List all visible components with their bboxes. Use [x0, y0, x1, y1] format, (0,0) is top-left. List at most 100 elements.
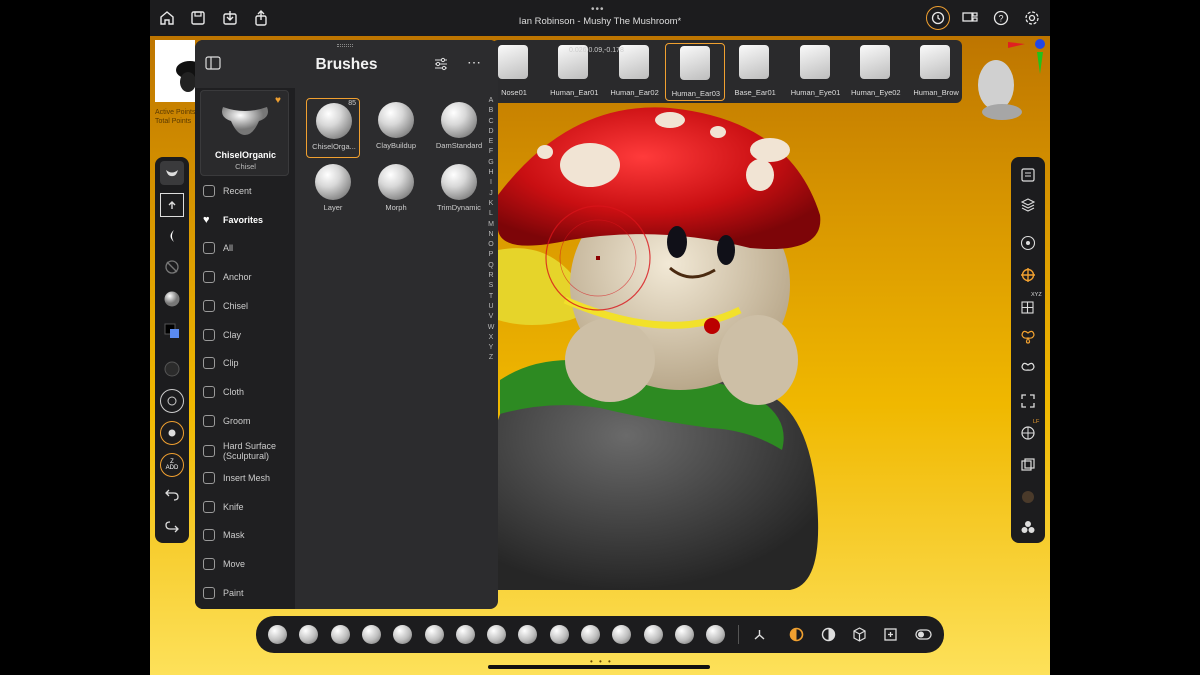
alphabet-letter[interactable]: U [486, 302, 496, 312]
alphabet-letter[interactable]: D [486, 127, 496, 137]
floor-icon[interactable] [1016, 453, 1040, 477]
more-menu-icon[interactable]: ⋯ [467, 54, 482, 71]
shelf-item-human-eye01[interactable]: Human_Eye01 [786, 43, 846, 101]
brush-thumb-claybuildup[interactable]: ClayBuildup [369, 98, 423, 158]
category-mask[interactable]: Mask [203, 522, 297, 548]
shade-icon[interactable] [819, 625, 838, 644]
alphabet-letter[interactable]: G [486, 158, 496, 168]
category-clay[interactable]: Clay [203, 322, 297, 348]
alphabet-letter[interactable]: Y [486, 343, 496, 353]
texture-off-icon[interactable] [160, 255, 184, 279]
panel-icon[interactable] [1016, 163, 1040, 187]
quick-brush-slot[interactable] [706, 625, 726, 644]
alphabet-letter[interactable]: K [486, 199, 496, 209]
alphabet-letter[interactable]: R [486, 271, 496, 281]
matcap-icon[interactable] [1016, 485, 1040, 509]
shelf-item-nose01[interactable]: Nose01 [492, 43, 544, 101]
quick-brush-slot[interactable] [612, 625, 632, 644]
alphabet-letter[interactable]: T [486, 292, 496, 302]
category-insert-mesh[interactable]: Insert Mesh [203, 465, 297, 491]
brush-thumb-morph[interactable]: Morph [369, 160, 423, 220]
quick-brush-slot[interactable] [393, 625, 413, 644]
redo-icon[interactable] [160, 513, 184, 537]
gizmo-icon[interactable] [1016, 231, 1040, 255]
undo-icon[interactable] [160, 483, 184, 507]
settings-icon[interactable] [1023, 9, 1041, 27]
add-mesh-icon[interactable] [881, 625, 900, 644]
alphabet-index[interactable]: ABCDEFGHIJKLMNOPQRSTUVWXYZ [486, 96, 496, 364]
alphabet-letter[interactable]: Z [486, 353, 496, 363]
category-move[interactable]: Move [203, 551, 297, 577]
layout-icon[interactable] [961, 9, 979, 27]
quick-brush-slot[interactable] [674, 625, 694, 644]
brush-thumb-damstandard[interactable]: DamStandard [432, 98, 486, 158]
alphabet-letter[interactable]: V [486, 312, 496, 322]
history-icon[interactable] [926, 6, 950, 30]
alphabet-letter[interactable]: P [486, 250, 496, 260]
symmetry-icon[interactable] [1016, 325, 1040, 349]
quick-brush-slot[interactable] [330, 625, 350, 644]
alphabet-letter[interactable]: B [486, 106, 496, 116]
app-canvas[interactable]: ••• Ian Robinson - Mushy The Mushroom* ?… [150, 0, 1050, 675]
solo-icon[interactable] [1016, 515, 1040, 539]
category-groom[interactable]: Groom [203, 408, 297, 434]
alphabet-letter[interactable]: C [486, 117, 496, 127]
quick-brush-slot[interactable] [643, 625, 663, 644]
category-paint[interactable]: Paint [203, 580, 297, 606]
quick-brush-slot[interactable] [455, 625, 475, 644]
brush-icon[interactable] [160, 161, 184, 185]
frame-icon[interactable] [1016, 389, 1040, 413]
quick-brush-slot[interactable] [518, 625, 538, 644]
alphabet-letter[interactable]: J [486, 189, 496, 199]
alphabet-letter[interactable]: F [486, 147, 496, 157]
category-knife[interactable]: Knife [203, 494, 297, 520]
category-favorites[interactable]: ♥ Favorites [203, 207, 297, 233]
alphabet-letter[interactable]: A [486, 96, 496, 106]
shelf-item-human-brow[interactable]: Human_Brow [906, 43, 962, 101]
alphabet-letter[interactable]: N [486, 230, 496, 240]
category-hard-surface-sculptural[interactable]: Hard Surface (Sculptural) [203, 436, 297, 466]
size-icon[interactable] [160, 357, 184, 381]
shelf-item-human-eye02[interactable]: Human_Eye02 [846, 43, 906, 101]
shelf-item-base-ear01[interactable]: Base_Ear01 [725, 43, 785, 101]
transform-icon[interactable] [1016, 263, 1040, 287]
radial-icon[interactable] [1016, 357, 1040, 381]
category-anchor[interactable]: Anchor [203, 264, 297, 290]
toggle-icon[interactable] [914, 625, 933, 644]
intensity-icon[interactable] [160, 389, 184, 413]
alphabet-letter[interactable]: M [486, 220, 496, 230]
category-cloth[interactable]: Cloth [203, 379, 297, 405]
category-recent[interactable]: Recent [203, 178, 297, 204]
current-brush-card[interactable]: ♥ ChiselOrganic Chisel [200, 90, 289, 176]
scene-thumbnail[interactable] [155, 40, 204, 102]
alphabet-letter[interactable]: Q [486, 261, 496, 271]
quick-brush-slot[interactable] [361, 625, 381, 644]
quick-brush-slot[interactable] [299, 625, 319, 644]
brush-thumb-trimdynamic[interactable]: TrimDynamic [432, 160, 486, 220]
quick-brush-slot[interactable] [487, 625, 507, 644]
alphabet-letter[interactable]: W [486, 323, 496, 333]
window-menu-dots[interactable]: ••• [591, 4, 605, 15]
quick-brush-slot[interactable] [424, 625, 444, 644]
category-all[interactable]: All [203, 235, 297, 261]
category-clip[interactable]: Clip [203, 350, 297, 376]
favorite-heart-icon[interactable]: ♥ [275, 95, 281, 106]
alphabet-letter[interactable]: L [486, 209, 496, 219]
filter-icon[interactable] [433, 56, 449, 72]
alphabet-letter[interactable]: X [486, 333, 496, 343]
layers-icon[interactable] [1016, 193, 1040, 217]
alphabet-letter[interactable]: H [486, 168, 496, 178]
alphabet-letter[interactable]: O [486, 240, 496, 250]
gizmo-axis-icon[interactable] [750, 625, 769, 644]
quick-brush-slot[interactable] [549, 625, 569, 644]
draw-mode-icon[interactable] [787, 625, 806, 644]
quick-brush-slot[interactable] [268, 625, 287, 644]
stroke-icon[interactable] [160, 193, 184, 217]
alpha-icon[interactable] [160, 224, 184, 248]
drag-handle[interactable] [337, 44, 353, 47]
brush-thumb-chiselorga[interactable]: 85 ChiselOrga... [306, 98, 360, 158]
alphabet-letter[interactable]: S [486, 281, 496, 291]
alphabet-letter[interactable]: I [486, 178, 496, 188]
alphabet-letter[interactable]: E [486, 137, 496, 147]
material-icon[interactable] [160, 287, 184, 311]
